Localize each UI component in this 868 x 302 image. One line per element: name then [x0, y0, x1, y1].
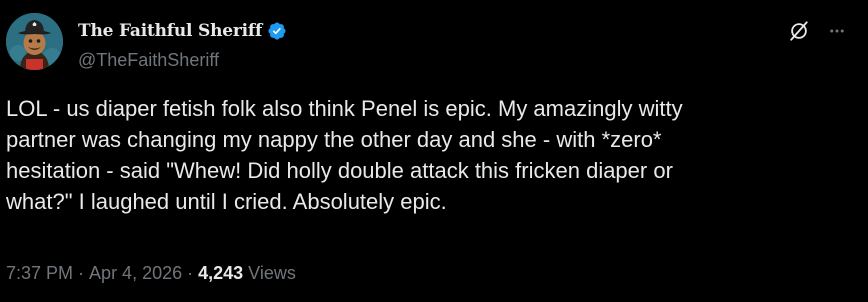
- avatar-image: [6, 13, 63, 70]
- tweet-time[interactable]: 7:37 PM: [6, 263, 73, 284]
- views-count: 4,243: [198, 263, 244, 283]
- meta-separator-2: ·: [187, 263, 194, 283]
- meta-separator: ·: [78, 263, 85, 283]
- author-handle[interactable]: @TheFaithSheriff: [78, 50, 219, 71]
- more-options-icon[interactable]: [826, 20, 848, 42]
- tweet-date[interactable]: Apr 4, 2026: [89, 263, 182, 284]
- author-name-row: The Faithful Sheriff: [78, 18, 287, 44]
- verified-badge-icon: [267, 21, 287, 41]
- views-label: Views: [248, 263, 296, 283]
- tweet-text: LOL - us diaper fetish folk also think P…: [6, 96, 683, 214]
- grok-icon[interactable]: [788, 20, 810, 42]
- avatar[interactable]: [6, 13, 63, 70]
- author-display-name[interactable]: The Faithful Sheriff: [78, 21, 262, 41]
- tweet-card: The Faithful Sheriff @TheFaithSheriff LO…: [0, 0, 868, 302]
- tweet-meta: 7:37 PM · Apr 4, 2026 · 4,243 Views: [6, 263, 296, 284]
